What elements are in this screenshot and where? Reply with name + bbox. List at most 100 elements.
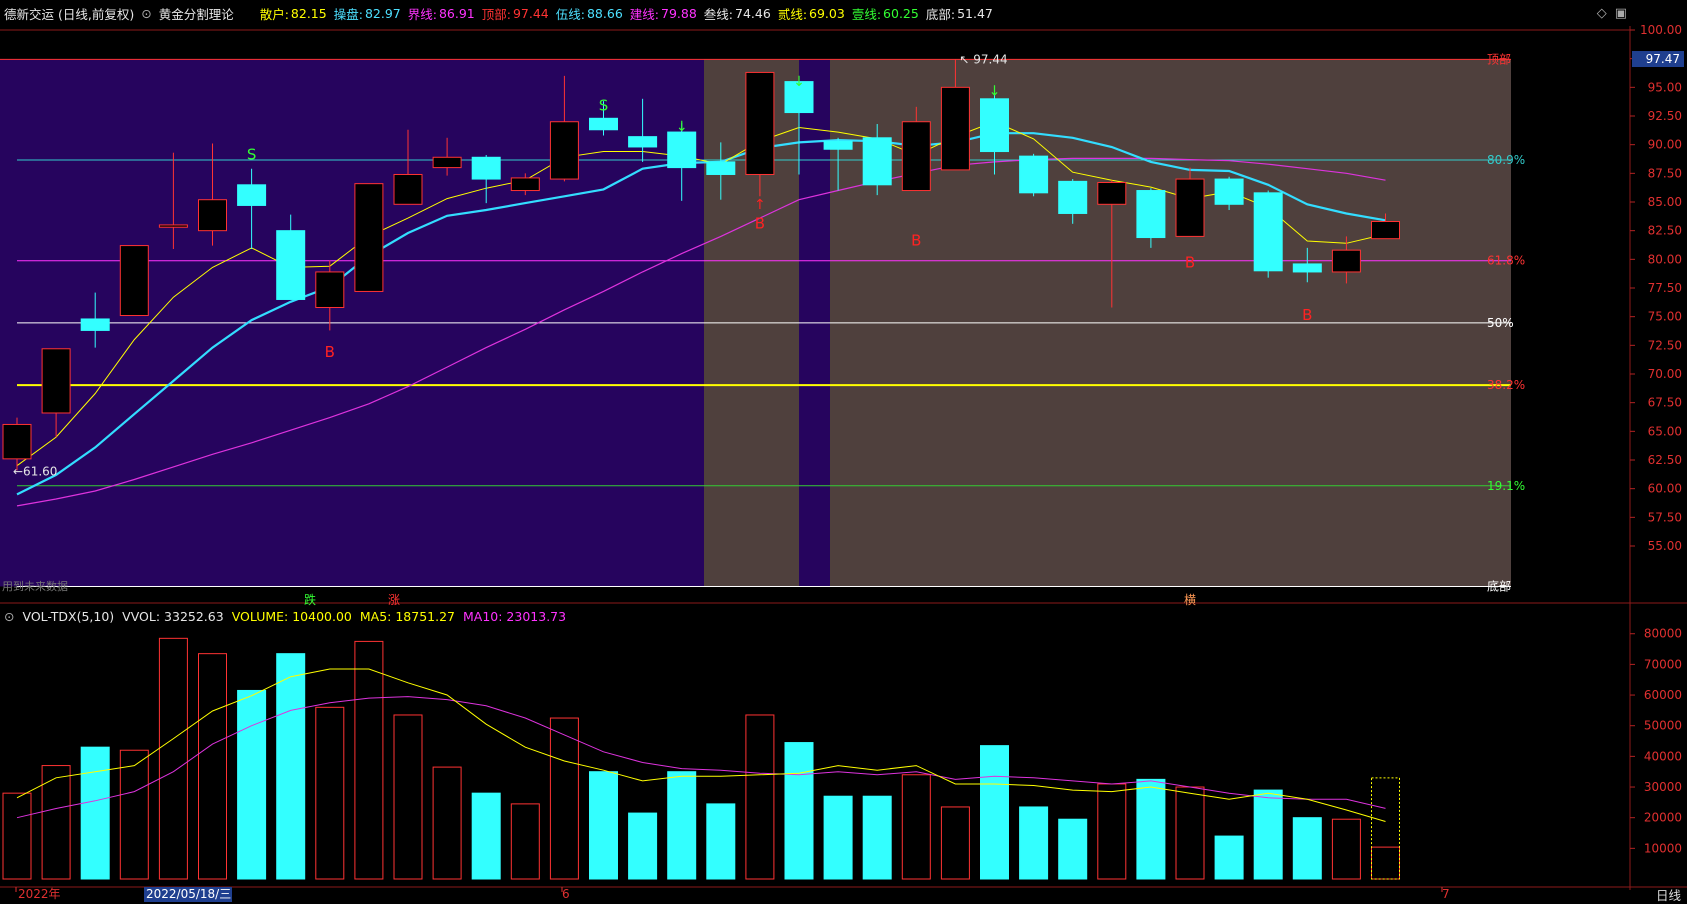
candle-body[interactable] [1214,178,1244,205]
price-tick-label: 77.50 [1648,281,1682,295]
volume-bar[interactable] [901,774,931,880]
candle-body[interactable] [589,117,618,131]
up-arrow-icon: ↑ [754,197,766,213]
candle-body[interactable] [354,183,384,292]
volume-bar[interactable] [1214,835,1244,880]
zone-marker-pan: 横 [1184,593,1196,607]
candle-body[interactable] [667,131,697,169]
future-data-note: 用到未来数据 [2,579,68,593]
candle-body[interactable] [510,177,540,192]
price-tick-label: 87.50 [1648,166,1682,180]
candle-body[interactable] [823,140,853,150]
volume-bar[interactable] [158,637,188,880]
date-label-month-7: 7 [1442,887,1450,901]
volume-bar[interactable] [237,689,267,880]
volume-bar[interactable] [119,749,149,880]
candle-body[interactable] [549,121,579,180]
candle-body[interactable] [41,348,71,414]
sell-signal-s: S [247,146,257,164]
volume-value: VOLUME: 10400.00 [231,608,352,624]
buy-signal-b: B [755,214,765,232]
volume-indicator-name[interactable]: VOL-TDX(5,10) [22,609,114,624]
candle-body[interactable] [1292,263,1322,273]
candle-body[interactable] [1097,182,1127,205]
candle-body[interactable] [745,71,775,175]
volume-bar[interactable] [315,706,345,880]
candle-body[interactable] [1253,192,1283,272]
price-tick-label: 75.00 [1648,310,1682,324]
volume-bar[interactable] [1019,806,1049,880]
date-label-year: 2022年 [18,887,61,901]
price-tick-label: 60.00 [1648,482,1682,496]
volume-panel-icon[interactable]: ⊙ [4,609,14,624]
candle-body[interactable] [80,318,110,331]
volume-bar[interactable] [2,792,32,880]
volume-bar[interactable] [198,653,227,880]
volume-bar[interactable] [471,792,501,880]
candle-body[interactable] [276,230,306,300]
volume-bar[interactable] [1097,783,1127,880]
candle-body[interactable] [1371,220,1400,240]
volume-bar[interactable] [354,640,384,880]
chart-canvas[interactable]: 100.0097.5095.0092.5090.0087.5085.0082.5… [0,0,1687,903]
candle-body[interactable] [2,423,32,460]
stock-chart-window: 德新交运 (日线,前复权) ⊙ 黄金分割理论 散户: 82.15 操盘: 82.97… [0,0,1687,903]
price-tick-label: 70.00 [1648,367,1682,381]
candle-body[interactable] [393,173,423,205]
price-tick-label: 85.00 [1648,195,1682,209]
period-button[interactable]: 日线 [1656,885,1681,904]
high-price-label: ↖ 97.44 [959,52,1007,66]
volume-bar[interactable] [432,766,462,880]
candle-body[interactable] [158,224,188,228]
price-tick-label: 95.00 [1648,80,1682,94]
candle-body[interactable] [940,86,970,171]
date-label-month-6: 6 [562,887,570,901]
candle-body[interactable] [1019,155,1049,194]
candle-body[interactable] [862,137,892,186]
volume-ma10: MA10: 23013.73 [463,608,567,624]
candle-body[interactable] [980,98,1009,153]
candle-body[interactable] [198,199,227,232]
price-tick-label: 80.00 [1648,252,1682,266]
volume-bar[interactable] [706,803,736,880]
candle-body[interactable] [1136,190,1166,239]
volume-bar[interactable] [745,714,775,880]
candle-body[interactable] [628,136,658,148]
volume-bar[interactable] [784,742,814,880]
volume-bar[interactable] [1292,817,1322,880]
volume-bar[interactable] [393,714,423,880]
candle-body[interactable] [471,156,501,180]
volume-bar[interactable] [980,745,1009,880]
candle-body[interactable] [901,121,931,192]
fib-level-label: 顶部 [1487,51,1511,66]
volume-bar[interactable] [823,795,853,880]
volume-bar[interactable] [1136,778,1166,880]
volume-bar[interactable] [1253,789,1283,880]
volume-bar[interactable] [862,795,892,880]
volume-bar[interactable] [1371,846,1400,880]
volume-bar[interactable] [940,806,970,880]
volume-vvol: VVOL: 33252.63 [122,608,224,624]
candle-body[interactable] [315,271,345,308]
candle-body[interactable] [1331,249,1361,273]
volume-bar[interactable] [628,812,658,880]
candle-body[interactable] [119,245,149,317]
volume-bar[interactable] [80,746,110,880]
candle-body[interactable] [432,156,462,169]
volume-bar[interactable] [1331,818,1361,880]
volume-bar[interactable] [589,771,618,880]
candle-body[interactable] [1175,178,1205,237]
volume-bar[interactable] [510,803,540,880]
price-tick-label: 90.00 [1648,138,1682,152]
volume-bar[interactable] [549,717,579,880]
price-tick-label: 57.50 [1648,510,1682,524]
volume-bar[interactable] [1175,786,1205,880]
candle-body[interactable] [237,184,267,206]
volume-bar[interactable] [667,771,697,880]
candle-body[interactable] [1058,180,1088,214]
candle-body[interactable] [706,161,736,175]
volume-header: ⊙ VOL-TDX(5,10) VVOL: 33252.63 VOLUME: 1… [0,606,1600,626]
down-arrow-icon: ↓ [793,74,805,90]
volume-bar[interactable] [1058,818,1088,880]
volume-bar[interactable] [276,653,306,880]
